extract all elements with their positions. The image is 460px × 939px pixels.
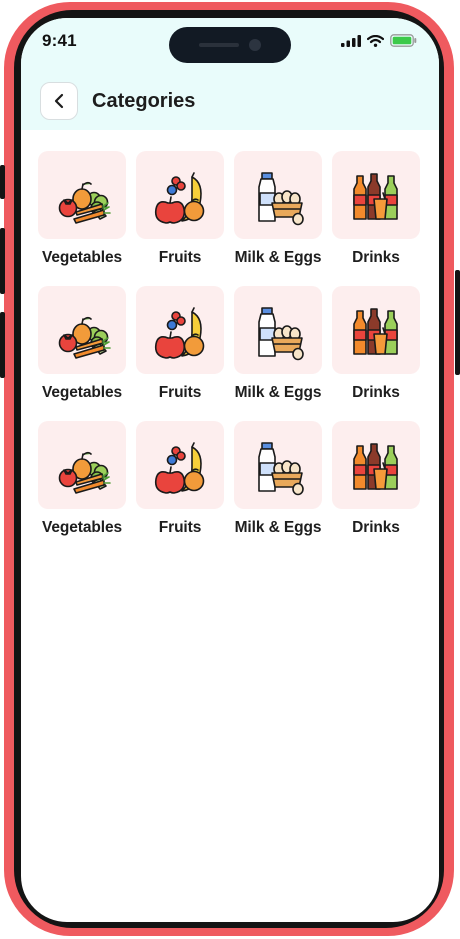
category-tile bbox=[38, 151, 126, 239]
side-button-mute bbox=[0, 165, 5, 199]
drinks-icon bbox=[344, 298, 408, 362]
category-tile bbox=[332, 421, 420, 509]
vegetables-icon bbox=[50, 163, 114, 227]
back-button[interactable] bbox=[40, 82, 78, 120]
fruits-icon bbox=[148, 433, 212, 497]
category-tile bbox=[332, 286, 420, 374]
category-tile bbox=[38, 286, 126, 374]
category-tile bbox=[136, 286, 224, 374]
category-item-milk-eggs[interactable]: Milk & Eggs bbox=[234, 151, 322, 268]
fruits-icon bbox=[148, 298, 212, 362]
status-icons bbox=[341, 34, 417, 47]
dynamic-island bbox=[169, 27, 291, 63]
category-item-drinks[interactable]: Drinks bbox=[332, 421, 420, 538]
category-tile bbox=[136, 421, 224, 509]
category-tile bbox=[136, 151, 224, 239]
category-label: Milk & Eggs bbox=[234, 384, 322, 401]
category-label: Drinks bbox=[352, 249, 400, 266]
category-label: Drinks bbox=[352, 519, 400, 536]
drinks-icon bbox=[344, 433, 408, 497]
fruits-icon bbox=[148, 163, 212, 227]
category-label: Milk & Eggs bbox=[234, 249, 322, 266]
signal-icon bbox=[341, 34, 361, 47]
category-label: Fruits bbox=[158, 249, 202, 266]
wifi-icon bbox=[367, 34, 384, 47]
screen: 9:41 Categories Vegetables Fruits Milk &… bbox=[21, 18, 439, 922]
vegetables-icon bbox=[50, 433, 114, 497]
category-item-vegetables[interactable]: Vegetables bbox=[38, 286, 126, 403]
drinks-icon bbox=[344, 163, 408, 227]
category-label: Vegetables bbox=[42, 249, 122, 266]
header: 9:41 Categories bbox=[21, 18, 439, 130]
category-item-fruits[interactable]: Fruits bbox=[136, 151, 224, 268]
side-button-power bbox=[455, 270, 460, 375]
category-label: Drinks bbox=[352, 384, 400, 401]
category-item-fruits[interactable]: Fruits bbox=[136, 421, 224, 538]
battery-icon bbox=[390, 34, 417, 47]
category-tile bbox=[234, 286, 322, 374]
category-item-fruits[interactable]: Fruits bbox=[136, 286, 224, 403]
page-title: Categories bbox=[92, 90, 196, 112]
category-item-milk-eggs[interactable]: Milk & Eggs bbox=[234, 421, 322, 538]
side-button-volume-down bbox=[0, 312, 5, 378]
category-label: Fruits bbox=[158, 519, 202, 536]
category-label: Milk & Eggs bbox=[234, 519, 322, 536]
category-tile bbox=[234, 421, 322, 509]
category-tile bbox=[38, 421, 126, 509]
category-label: Vegetables bbox=[42, 384, 122, 401]
category-tile bbox=[332, 151, 420, 239]
status-time: 9:41 bbox=[42, 31, 77, 50]
category-grid: Vegetables Fruits Milk & Eggs Drinks Veg… bbox=[38, 151, 426, 538]
category-label: Fruits bbox=[158, 384, 202, 401]
chevron-left-icon bbox=[53, 93, 65, 109]
category-item-vegetables[interactable]: Vegetables bbox=[38, 151, 126, 268]
milk-eggs-icon bbox=[246, 163, 310, 227]
category-item-vegetables[interactable]: Vegetables bbox=[38, 421, 126, 538]
category-item-milk-eggs[interactable]: Milk & Eggs bbox=[234, 286, 322, 403]
category-item-drinks[interactable]: Drinks bbox=[332, 151, 420, 268]
milk-eggs-icon bbox=[246, 298, 310, 362]
category-label: Vegetables bbox=[42, 519, 122, 536]
category-tile bbox=[234, 151, 322, 239]
category-item-drinks[interactable]: Drinks bbox=[332, 286, 420, 403]
vegetables-icon bbox=[50, 298, 114, 362]
milk-eggs-icon bbox=[246, 433, 310, 497]
side-button-volume-up bbox=[0, 228, 5, 294]
